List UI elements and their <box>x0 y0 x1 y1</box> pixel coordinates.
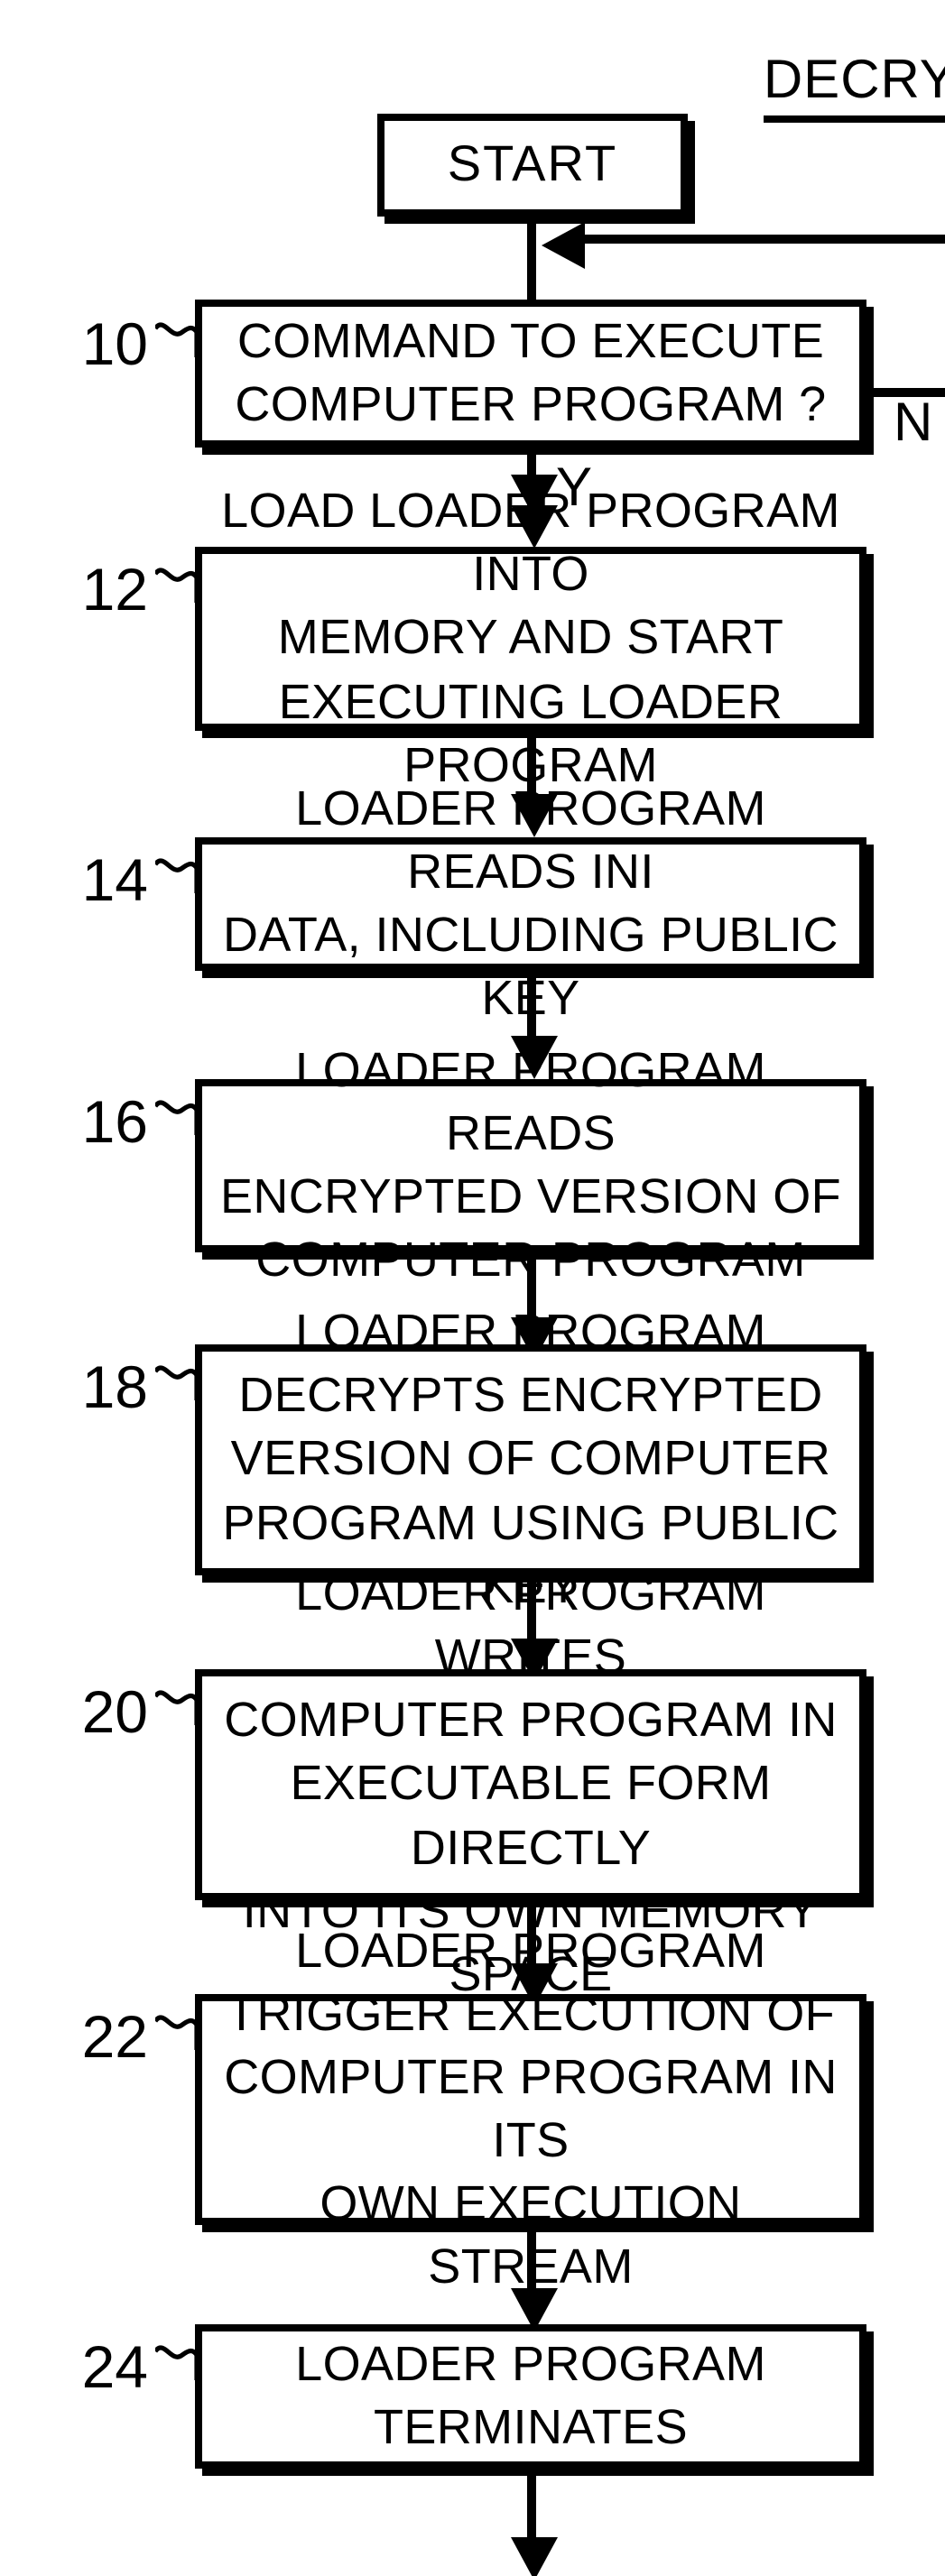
leader-line-22 <box>155 2015 199 2050</box>
node-start-label: START <box>447 135 618 192</box>
ref-numeral-20: 20 <box>81 1678 148 1745</box>
leader-line-16 <box>155 1100 199 1135</box>
leader-line-24 <box>155 2345 199 2380</box>
leader-line-18 <box>155 1365 199 1400</box>
branch-label-no: N <box>894 393 933 453</box>
page-title: DECRYPTION <box>0 51 945 123</box>
loop-back-top-segment <box>569 235 945 244</box>
node-step-22: LOADER PROGRAM TRIGGER EXECUTION OF COMP… <box>195 1923 866 2294</box>
ref-numeral-10: 10 <box>81 310 148 377</box>
ref-numeral-16: 16 <box>81 1088 148 1155</box>
node-step-24-label: LOADER PROGRAM TERMINATES <box>295 2336 766 2454</box>
leader-line-14 <box>155 858 199 893</box>
patent-figure-page: DECRYPTION START N COMMAND TO EXECUTE CO… <box>0 0 945 2576</box>
node-decision-10: COMMAND TO EXECUTE COMPUTER PROGRAM ? <box>195 300 866 448</box>
node-step-20: LOADER PROGRAM WRITES COMPUTER PROGRAM I… <box>195 1566 866 2000</box>
ref-numeral-18: 18 <box>81 1353 148 1420</box>
node-step-16: LOADER PROGRAM READS ENCRYPTED VERSION O… <box>195 1043 866 1287</box>
leader-line-20 <box>155 1690 199 1725</box>
node-step-12: LOAD LOADER PROGRAM INTO MEMORY AND STAR… <box>195 485 866 791</box>
leader-line-12 <box>155 568 199 603</box>
ref-numeral-22: 22 <box>81 2003 148 2070</box>
node-step-24: LOADER PROGRAM TERMINATES <box>195 2324 866 2469</box>
node-step-14: LOADER PROGRAM READS INI DATA, INCLUDING… <box>195 781 866 1025</box>
arrowhead-loop-back <box>542 222 585 269</box>
ref-numeral-12: 12 <box>81 556 148 623</box>
ref-numeral-14: 14 <box>81 846 148 913</box>
node-decision-10-label: COMMAND TO EXECUTE COMPUTER PROGRAM ? <box>235 313 827 431</box>
node-step-18: LOADER PROGRAM DECRYPTS ENCRYPTED VERSIO… <box>195 1306 866 1612</box>
diagram-title-text: DECRYPTION <box>763 51 945 123</box>
ref-numeral-24: 24 <box>81 2333 148 2400</box>
node-start: START <box>377 114 688 217</box>
arrowhead-into-end <box>511 2537 558 2576</box>
leader-line-10 <box>155 322 199 357</box>
